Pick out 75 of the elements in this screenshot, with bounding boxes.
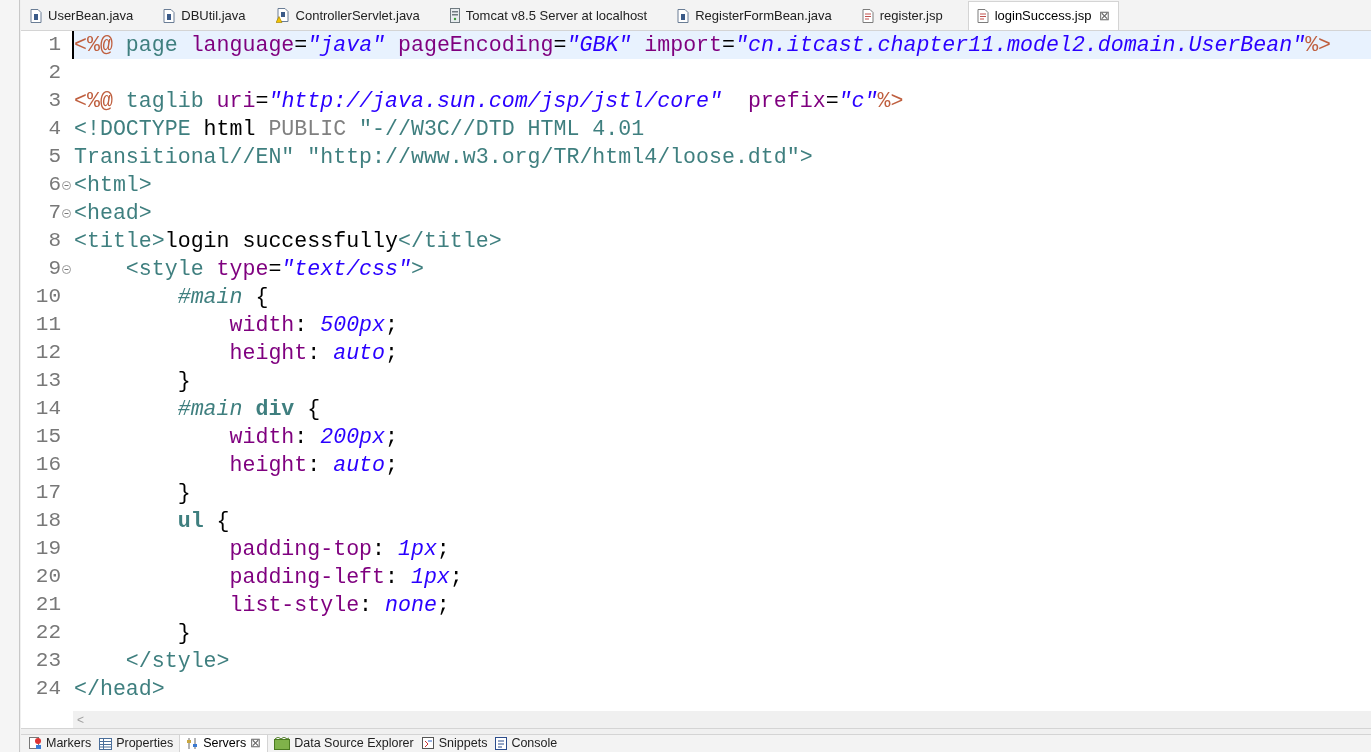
panel-tab[interactable]: Servers ⊠ [179,734,269,752]
fold-collapse-icon[interactable] [61,180,71,190]
line-number: 3 [48,88,61,115]
panel-tab[interactable]: Properties [95,734,178,752]
fold-collapse-icon[interactable] [61,208,71,218]
panel-tab[interactable]: Data Source Explorer [270,734,418,752]
code-line: padding-top: 1px; [228,536,450,563]
panel-tab[interactable]: Markers [25,734,96,752]
line-number: 19 [35,536,61,563]
line-number: 2 [48,60,61,87]
code-line: <%@ taglib uri="http://java.sun.com/jsp/jstl/core" prefix="c"%> [74,88,904,115]
line-number: 9 [48,256,61,283]
line-number: 4 [48,116,61,143]
code-line: padding-left: 1px; [228,564,463,591]
java-file-icon [30,8,42,23]
line-number: 5 [48,144,61,171]
editor-tab[interactable]: DBUtil.java [158,1,251,30]
line-number: 15 [35,424,61,451]
code-line: } [176,368,191,395]
code-line: } [176,620,191,647]
line-number: 12 [35,340,61,367]
code-line: height: auto; [228,452,398,479]
code-line: <!DOCTYPE html PUBLIC "-//W3C//DTD HTML 4.01 [74,116,645,143]
code-line: </style> [124,648,230,675]
code-line: Transitional//EN" "http://www.w3.org/TR/html4/loose.dtd"> [74,144,813,171]
line-number: 10 [35,284,61,311]
code-line: <style type="text/css"> [124,256,424,283]
servers-icon [186,737,200,750]
jsp-file-icon [976,9,989,23]
line-number: 22 [35,620,61,647]
code-line: #main div { [176,396,321,423]
line-number: 6 [48,172,61,199]
line-number: 17 [35,480,61,507]
editor-tab[interactable]: RegisterFormBean.java [672,1,837,30]
code-line: } [176,480,191,507]
code-line: <title>login successfully</title> [74,228,502,255]
jsp-file-icon [861,8,874,23]
line-number: 11 [35,312,61,339]
java-file-icon [163,8,176,23]
editor-tab[interactable]: register.jsp [856,1,948,30]
editor-tab[interactable]: Tomcat v8.5 Server at localhost [444,1,653,30]
line-number: 16 [35,452,61,479]
database-icon [274,737,291,750]
line-number: 7 [48,200,61,227]
close-icon[interactable]: ⊠ [1099,6,1111,26]
line-number: 13 [35,368,61,395]
code-line: <%@ page language="java" pageEncoding="GBK" import="cn.itcast.chapter11.model2.domain.UserBean"%> [74,32,1332,59]
java-file-warning-icon [275,8,290,23]
line-number: 8 [48,228,61,255]
code-line: </head> [74,676,165,703]
fold-collapse-icon[interactable] [61,264,71,274]
java-file-icon [677,8,690,23]
line-number: 14 [35,396,61,423]
editor-tab[interactable]: ControllerServlet.java [270,1,425,30]
code-line: ul { [176,508,230,535]
line-number: 24 [35,676,61,703]
close-icon[interactable]: ⊠ [250,734,262,752]
line-number: 21 [35,592,61,619]
code-editor[interactable] [21,31,1371,728]
panel-tab[interactable]: Snippets [417,734,492,752]
code-line: <html> [74,172,152,199]
line-number: 18 [35,508,61,535]
code-line: width: 200px; [228,424,398,451]
code-line: width: 500px; [228,312,398,339]
code-line: <head> [74,200,152,227]
server-icon [449,8,460,23]
editor-tab[interactable]: UserBean.java [25,1,139,30]
line-number: 1 [48,32,61,59]
code-line: height: auto; [228,340,398,367]
panel-tab[interactable]: Console [491,734,562,752]
line-number: 23 [35,648,61,675]
code-line: #main { [176,284,269,311]
line-number: 20 [35,564,61,591]
code-line: list-style: none; [228,592,450,619]
editor-tab[interactable]: loginSuccess.jsp ⊠ [967,1,1120,30]
